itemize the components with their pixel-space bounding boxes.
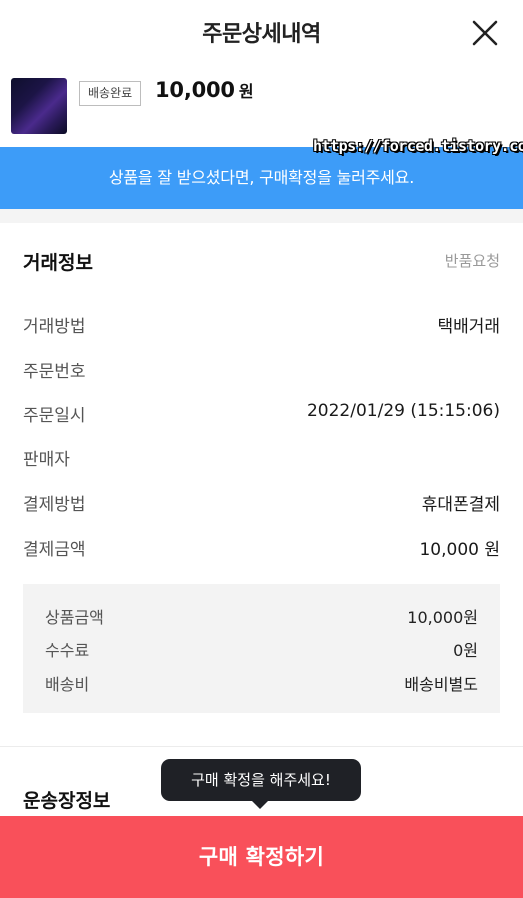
page-title: 주문상세내역: [202, 22, 321, 47]
info-label: 판매자: [23, 450, 70, 470]
breakdown-row-fee: 수수료 0원: [45, 637, 478, 660]
confirm-purchase-button[interactable]: 구매 확정하기: [0, 816, 523, 898]
confirm-notice-banner: 상품을 잘 받으셨다면, 구매확정을 눌러주세요.: [0, 147, 523, 209]
close-button[interactable]: [470, 18, 500, 48]
trade-info-title: 거래정보: [23, 252, 93, 274]
breakdown-value: 0원: [453, 641, 478, 660]
breakdown-row-product-amount: 상품금액 10,000원: [45, 604, 478, 627]
info-value: 휴대폰결제: [421, 495, 500, 515]
info-label: 결제금액: [23, 540, 86, 560]
breakdown-value: 10,000원: [407, 608, 478, 627]
confirm-tooltip: 구매 확정을 해주세요!: [161, 759, 361, 801]
info-row-trade-method: 거래방법 택배거래: [23, 312, 500, 337]
info-label: 주문일시: [23, 406, 86, 426]
price-breakdown-box: 상품금액 10,000원 수수료 0원 배송비 배송비별도: [23, 584, 500, 713]
return-request-link[interactable]: 반품요청: [445, 250, 500, 271]
breakdown-label: 배송비: [45, 675, 90, 694]
info-label: 주문번호: [23, 362, 86, 382]
info-row-order-date: 주문일시 2022/01/29 (15:15:06): [23, 401, 500, 426]
section-divider: [0, 746, 523, 747]
section-gap: [0, 209, 523, 223]
info-row-payment-amount: 결제금액 10,000 원: [23, 535, 500, 560]
info-row-order-number: 주문번호: [23, 357, 500, 382]
shipping-info-title: 운송장정보: [23, 790, 111, 812]
breakdown-label: 상품금액: [45, 608, 104, 627]
close-icon: [472, 20, 498, 46]
info-value: 10,000 원: [419, 540, 500, 560]
tooltip-arrow: [251, 800, 269, 809]
product-price: 10,000 원: [155, 78, 254, 102]
product-price-unit: 원: [238, 82, 254, 101]
header: 주문상세내역: [0, 0, 523, 64]
info-label: 거래방법: [23, 317, 86, 337]
product-thumbnail[interactable]: [11, 78, 67, 134]
info-value: 2022/01/29 (15:15:06): [306, 401, 500, 421]
watermark: https://forced.tistory.com: [313, 137, 523, 155]
breakdown-label: 수수료: [45, 641, 90, 660]
info-row-payment-method: 결제방법 휴대폰결제: [23, 490, 500, 515]
info-row-seller: 판매자: [23, 445, 500, 470]
breakdown-value: 배송비별도: [404, 675, 478, 694]
breakdown-row-shipping: 배송비 배송비별도: [45, 671, 478, 694]
info-value: 택배거래: [437, 317, 500, 337]
product-summary: 배송완료 10,000 원: [0, 70, 523, 146]
info-label: 결제방법: [23, 495, 86, 515]
status-badge: 배송완료: [79, 81, 142, 106]
product-price-value: 10,000: [155, 78, 235, 102]
